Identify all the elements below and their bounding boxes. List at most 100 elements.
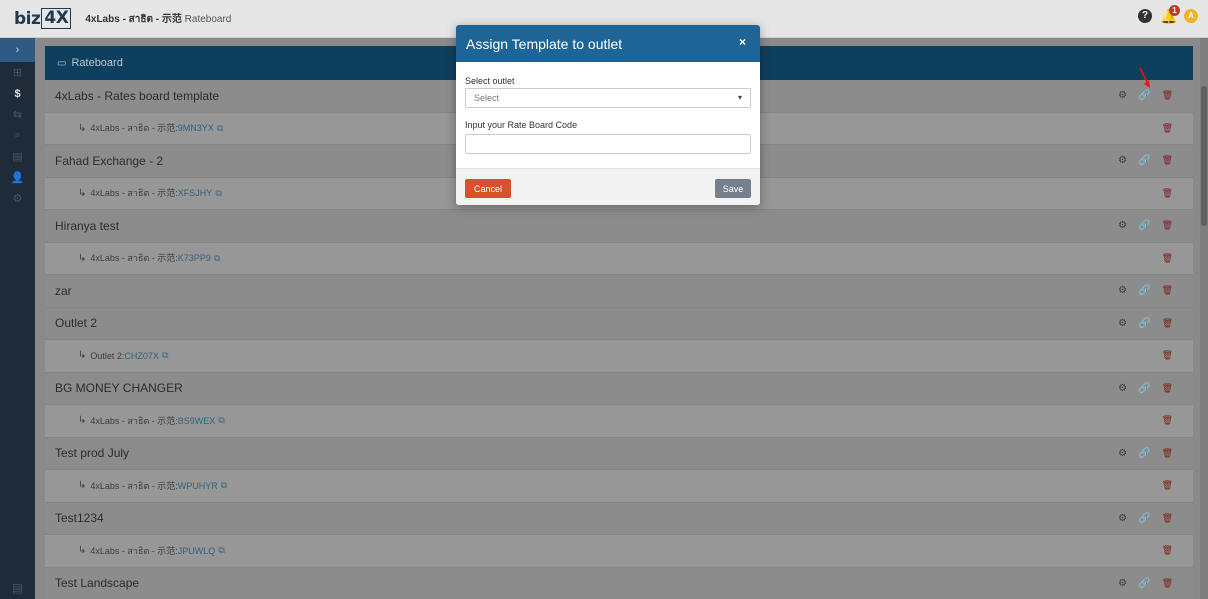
help-icon[interactable]: ? (1138, 9, 1152, 23)
trash-icon[interactable]: 🗑 (1162, 123, 1173, 134)
sidebar-search-icon[interactable]: ⌕ (0, 125, 35, 146)
link-icon[interactable]: 🔗 (1138, 285, 1150, 296)
trash-icon[interactable]: 🗑 (1162, 480, 1173, 491)
sidebar-bottom-icon[interactable]: ▤ (0, 581, 35, 595)
settings-gears-icon[interactable]: ⚙ (1118, 155, 1127, 166)
rate-board-code-link[interactable]: 9MN3YX (178, 123, 214, 133)
trash-icon[interactable]: 🗑 (1162, 415, 1173, 426)
rate-board-code-link[interactable]: K73PP9 (178, 253, 211, 263)
trash-icon[interactable]: 🗑 (1162, 253, 1173, 264)
settings-gears-icon[interactable]: ⚙ (1118, 285, 1127, 296)
external-link-icon[interactable]: ⧉ (214, 253, 220, 264)
notification-bell-icon[interactable]: 🔔 1 (1160, 5, 1180, 24)
link-icon[interactable]: 🔗 (1138, 578, 1150, 589)
trash-icon[interactable]: 🗑 (1162, 578, 1173, 589)
external-link-icon[interactable]: ⧉ (162, 350, 168, 361)
template-name: BG MONEY CHANGER (55, 381, 183, 396)
subitem-arrow-icon: ↳ (78, 480, 87, 492)
settings-gears-icon[interactable]: ⚙ (1118, 220, 1127, 231)
sidebar: › ⊞ $ ⇆ ⌕ ▤ 👤 ⚙ ▤ (0, 38, 35, 599)
settings-gears-icon[interactable]: ⚙ (1118, 578, 1127, 589)
row-actions: ⚙ 🔗 🗑 (1118, 210, 1173, 242)
trash-icon[interactable]: 🗑 (1162, 545, 1173, 556)
trash-icon[interactable]: 🗑 (1162, 155, 1173, 166)
template-row: Test prod July ⚙ 🔗 🗑 (45, 437, 1193, 470)
scrollbar-track[interactable] (1200, 38, 1208, 599)
rate-board-code-link[interactable]: XFSJHY (178, 188, 213, 198)
trash-icon[interactable]: 🗑 (1162, 285, 1173, 296)
user-avatar[interactable]: A (1184, 9, 1198, 23)
rate-board-code-link[interactable]: JPUWLQ (178, 546, 216, 556)
link-icon[interactable]: 🔗 (1138, 513, 1150, 524)
subitem-arrow-icon: ↳ (78, 252, 87, 264)
sidebar-reports-icon[interactable]: ▤ (0, 146, 35, 167)
row-actions: ⚙ 🔗 🗑 (1118, 308, 1173, 340)
external-link-icon[interactable]: ⧉ (217, 123, 223, 134)
subitem-arrow-icon: ↳ (78, 415, 87, 427)
breadcrumb: 4xLabs - สาธิต - 示范 Rateboard (85, 10, 231, 27)
cancel-button[interactable]: Cancel (465, 179, 511, 198)
sidebar-exchange-icon[interactable]: ⇆ (0, 104, 35, 125)
select-outlet-label: Select outlet (465, 76, 515, 86)
sidebar-toggle-icon[interactable]: › (0, 38, 35, 62)
link-icon[interactable]: 🔗 (1138, 155, 1150, 166)
outlet-assignment-row: ↳ 4xLabs - สาธิต - 示范: BS9WEX ⧉ 🗑 (45, 405, 1193, 438)
sidebar-rates-icon[interactable]: $ (0, 83, 35, 104)
row-actions: ⚙ 🔗 🗑 (1118, 275, 1173, 307)
external-link-icon[interactable]: ⧉ (218, 415, 224, 426)
rate-board-code-link[interactable]: BS9WEX (178, 416, 216, 426)
settings-gears-icon[interactable]: ⚙ (1118, 448, 1127, 459)
trash-icon[interactable]: 🗑 (1162, 220, 1173, 231)
logo-text: biz (14, 8, 41, 29)
scrollbar-thumb[interactable] (1201, 86, 1207, 226)
external-link-icon[interactable]: ⧉ (215, 188, 221, 199)
row-actions: 🗑 (1162, 178, 1173, 210)
row-actions: ⚙ 🔗 🗑 (1118, 145, 1173, 177)
settings-gears-icon[interactable]: ⚙ (1118, 318, 1127, 329)
panel-title: Rateboard (71, 57, 123, 69)
template-name: 4xLabs - Rates board template (55, 88, 220, 103)
row-actions: ⚙ 🔗 🗑 (1118, 438, 1173, 470)
sidebar-settings-icon[interactable]: ⚙ (0, 188, 35, 209)
settings-gears-icon[interactable]: ⚙ (1118, 383, 1127, 394)
save-button[interactable]: Save (715, 179, 751, 198)
select-outlet-dropdown[interactable]: Select ▾ (465, 88, 751, 108)
external-link-icon[interactable]: ⧉ (221, 480, 227, 491)
link-icon[interactable]: 🔗 (1138, 90, 1150, 101)
trash-icon[interactable]: 🗑 (1162, 188, 1173, 199)
link-icon[interactable]: 🔗 (1138, 220, 1150, 231)
settings-gears-icon[interactable]: ⚙ (1118, 513, 1127, 524)
external-link-icon[interactable]: ⧉ (218, 545, 224, 556)
template-row: Test1234 ⚙ 🔗 🗑 (45, 502, 1193, 535)
trash-icon[interactable]: 🗑 (1162, 448, 1173, 459)
rate-board-code-input[interactable] (465, 134, 751, 154)
trash-icon[interactable]: 🗑 (1162, 383, 1173, 394)
outlet-name: 4xLabs - สาธิต - 示范: (90, 415, 178, 426)
template-row: Hiranya test ⚙ 🔗 🗑 (45, 210, 1193, 243)
logo-box: 4X (41, 8, 72, 29)
template-row: Test Landscape ⚙ 🔗 🗑 (45, 567, 1193, 599)
sidebar-dashboard-icon[interactable]: ⊞ (0, 62, 35, 83)
link-icon[interactable]: 🔗 (1138, 318, 1150, 329)
link-icon[interactable]: 🔗 (1138, 448, 1150, 459)
link-icon[interactable]: 🔗 (1138, 383, 1150, 394)
template-name: Test1234 (55, 511, 104, 526)
outlet-assignment-row: ↳ 4xLabs - สาธิต - 示范: WPUHYR ⧉ 🗑 (45, 470, 1193, 503)
trash-icon[interactable]: 🗑 (1162, 318, 1173, 329)
app-logo[interactable]: biz 4X (14, 8, 72, 29)
template-name: Test prod July (55, 446, 130, 461)
subitem-arrow-icon: ↳ (78, 545, 87, 557)
modal-footer: Cancel Save (456, 168, 760, 205)
rate-board-code-link[interactable]: WPUHYR (178, 481, 218, 491)
trash-icon[interactable]: 🗑 (1162, 90, 1173, 101)
row-actions: 🗑 (1162, 340, 1173, 372)
top-right-tools: ? 🔔 1 A (1138, 5, 1198, 24)
trash-icon[interactable]: 🗑 (1162, 350, 1173, 361)
close-icon[interactable]: × (739, 35, 746, 49)
rate-board-code-label: Input your Rate Board Code (465, 120, 578, 130)
trash-icon[interactable]: 🗑 (1162, 513, 1173, 524)
row-actions: 🗑 (1162, 535, 1173, 567)
rate-board-code-link[interactable]: CHZ07X (124, 351, 159, 361)
settings-gears-icon[interactable]: ⚙ (1118, 90, 1127, 101)
sidebar-users-icon[interactable]: 👤 (0, 167, 35, 188)
